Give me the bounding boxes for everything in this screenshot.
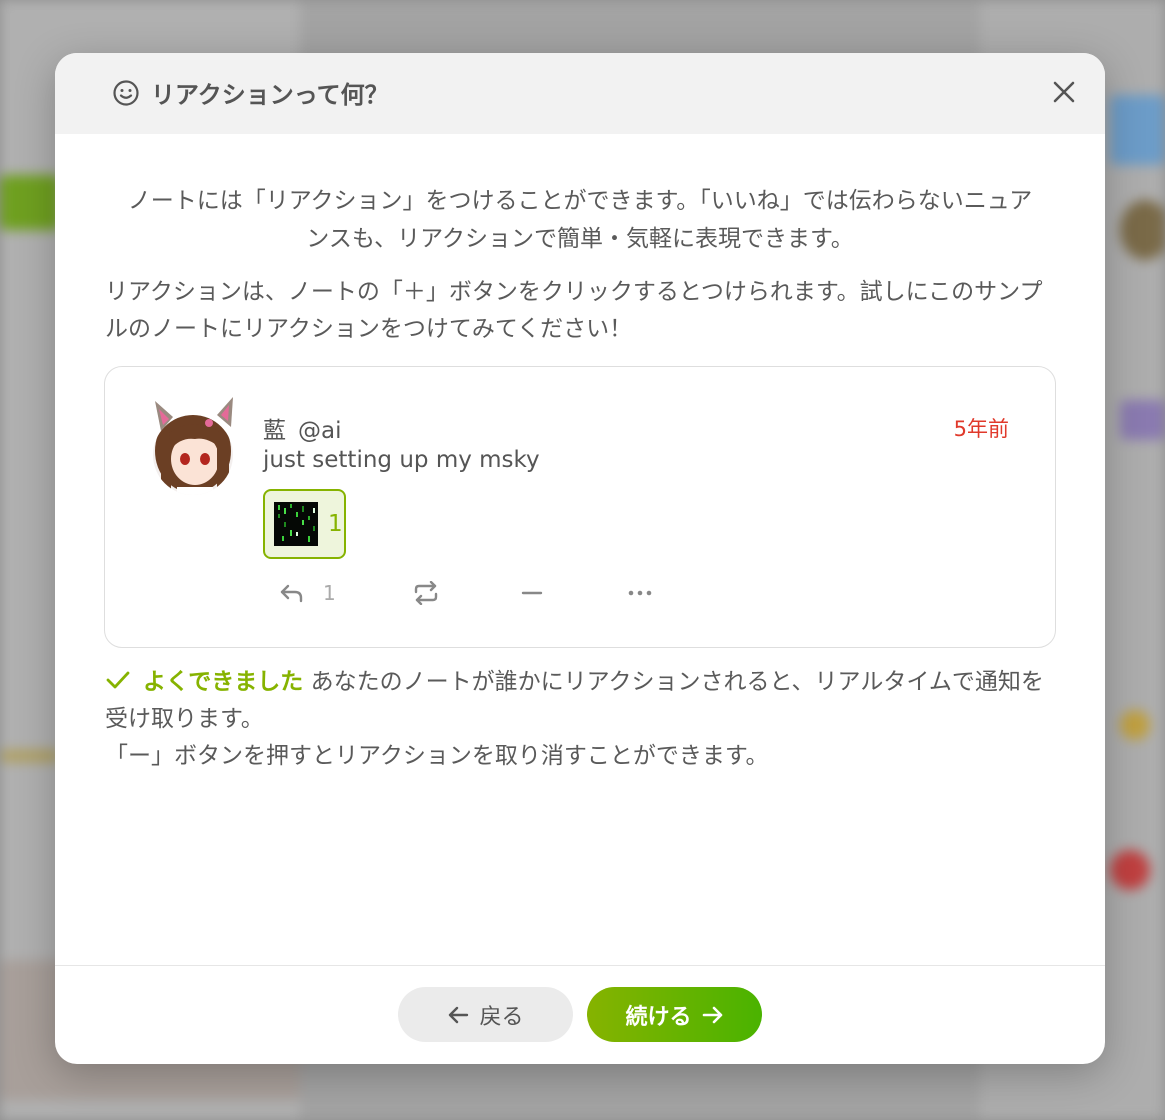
tutorial-dialog: リアクションって何？ ノートには「リアクション」をつけることができます。「いいね…: [55, 53, 1105, 1064]
unreact-button[interactable]: [521, 582, 627, 604]
next-button[interactable]: 続ける: [587, 987, 762, 1042]
reaction-button[interactable]: 1: [263, 489, 346, 559]
reaction-count: 1: [328, 511, 343, 537]
dialog-title: リアクションって何？: [111, 75, 389, 110]
check-icon: [105, 666, 131, 689]
back-label: 戻る: [479, 1004, 524, 1030]
success-message: よくできました あなたのノートが誰かにリアクションされると、リアルタイムで通知を…: [105, 664, 1065, 775]
display-name[interactable]: 藍: [263, 418, 286, 444]
arrow-right-icon: [702, 1006, 722, 1023]
instruction-text: リアクションは、ノートの「＋」ボタンをクリックするとつけられます。試しにこのサン…: [105, 279, 1043, 342]
note-header: 藍 @ai: [263, 411, 341, 445]
dialog-body: ノートには「リアクション」をつけることができます。「いいね」では伝わらないニュア…: [55, 134, 1105, 966]
note-time[interactable]: 5年前: [954, 413, 1009, 443]
renote-icon: [414, 581, 438, 605]
success-line2: 「ー」ボタンを押すとリアクションを取り消すことができます。: [105, 743, 769, 769]
more-icon: [628, 590, 652, 596]
matrix-emoji: [274, 502, 318, 546]
close-icon: [1053, 81, 1075, 103]
reply-button[interactable]: 1: [279, 581, 413, 605]
reply-icon: [280, 584, 303, 603]
renote-button[interactable]: [413, 581, 521, 605]
dialog-footer: 戻る 続ける: [55, 965, 1105, 1064]
sample-note: 藍 @ai 5年前 just setting up my msky 1 1: [104, 366, 1056, 648]
dialog-title-text: リアクションって何？: [151, 81, 389, 109]
intro-text: ノートには「リアクション」をつけることができます。「いいね」では伝わらないニュア…: [127, 188, 1033, 252]
next-label: 続ける: [625, 1004, 692, 1030]
note-text: just setting up my msky: [263, 447, 540, 473]
minus-icon: [521, 591, 543, 595]
note-actions: 1: [279, 581, 653, 605]
reply-count: 1: [323, 581, 336, 605]
more-button[interactable]: [627, 582, 653, 604]
username[interactable]: @ai: [298, 418, 341, 444]
close-button[interactable]: [1047, 75, 1081, 109]
back-button[interactable]: 戻る: [398, 987, 573, 1042]
avatar[interactable]: [151, 393, 239, 497]
arrow-left-icon: [449, 1006, 469, 1023]
success-label: よくできました: [143, 669, 304, 695]
dialog-header: リアクションって何？: [55, 53, 1105, 134]
smile-icon: [111, 78, 141, 108]
